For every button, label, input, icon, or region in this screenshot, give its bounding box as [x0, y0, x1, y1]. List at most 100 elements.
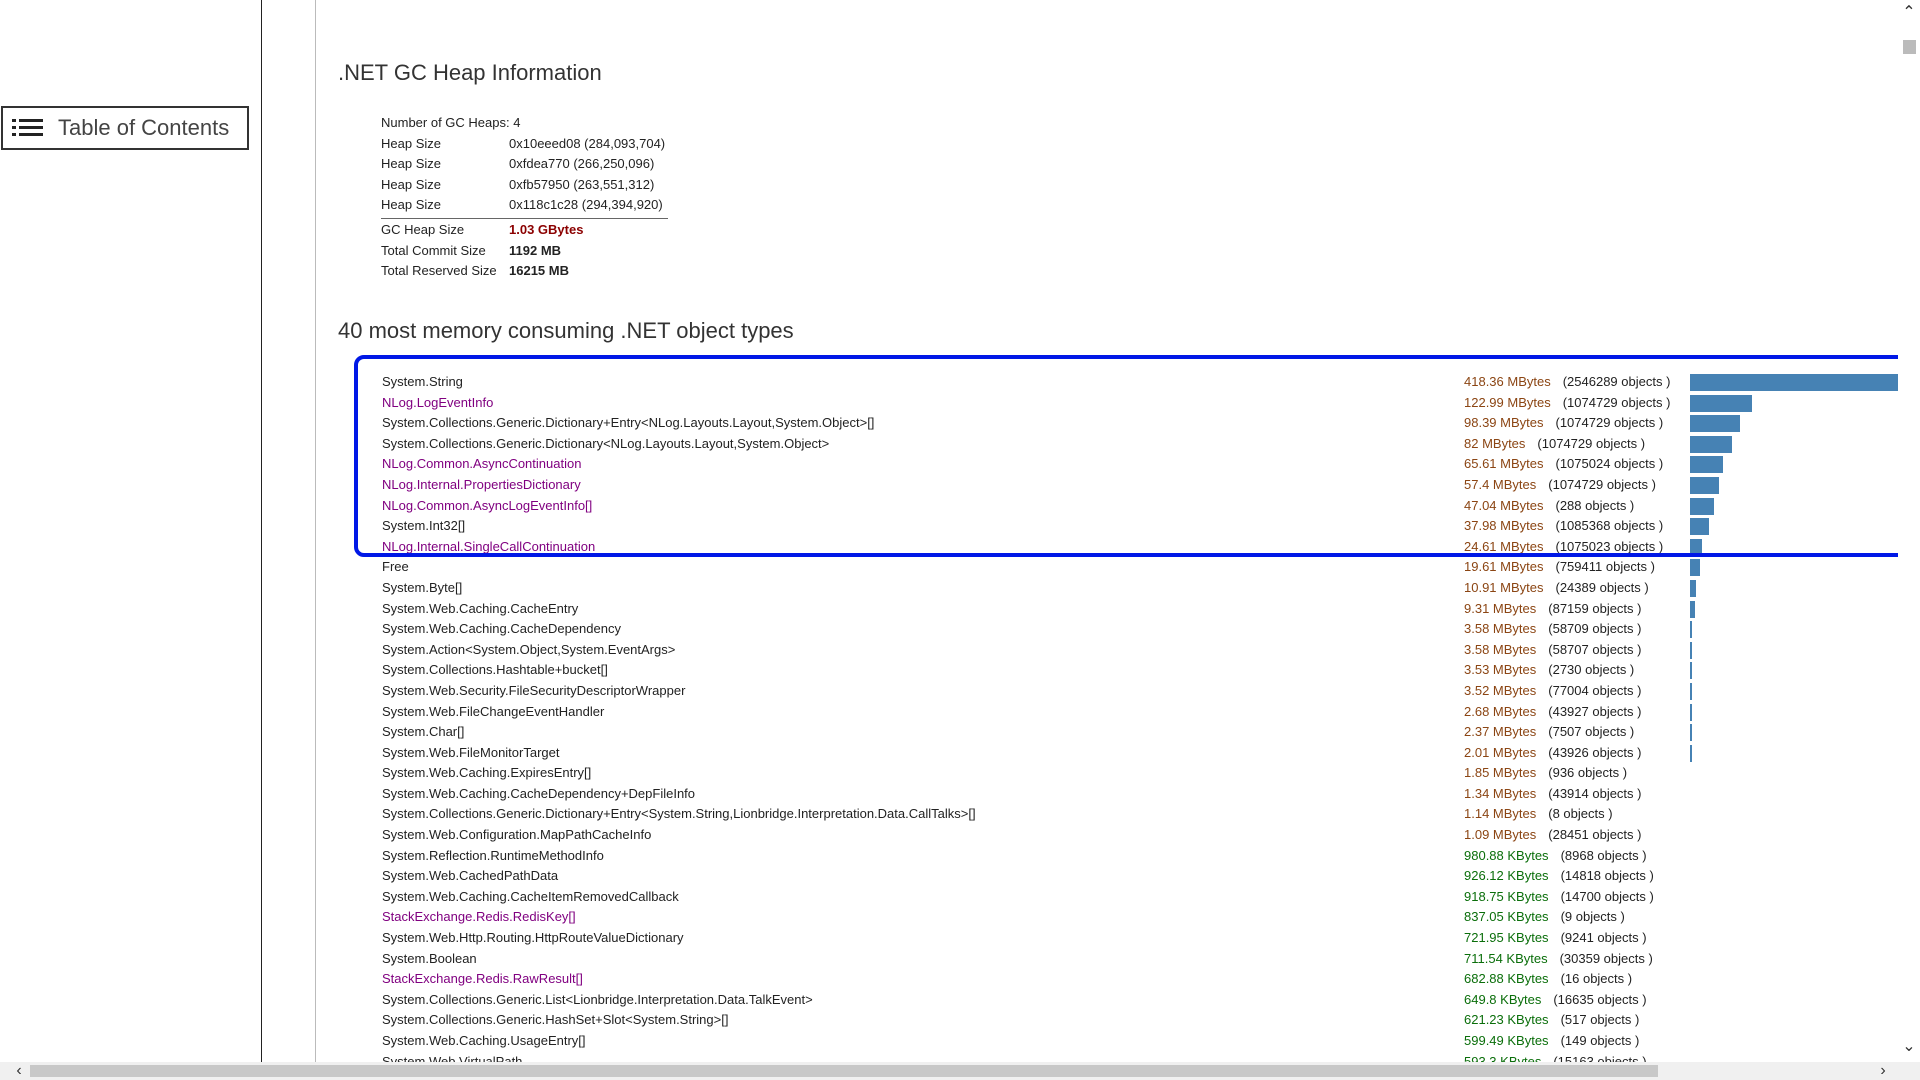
type-size: 418.36 MBytes (2546289 objects ) — [1464, 372, 1670, 393]
type-name[interactable]: NLog.Common.AsyncContinuation — [382, 454, 581, 475]
type-name: System.Collections.Generic.Dictionary<NL… — [382, 435, 830, 451]
table-row: System.Web.Http.Routing.HttpRouteValueDi… — [382, 928, 1898, 949]
type-size-value: 721.95 KBytes — [1464, 930, 1549, 946]
type-size: 57.4 MBytes (1074729 objects ) — [1464, 475, 1656, 496]
type-size: 10.91 MBytes (24389 objects ) — [1464, 578, 1649, 599]
vertical-scrollbar[interactable]: ⌃ ⌄ — [1898, 0, 1920, 1062]
type-name: System.Web.FileChangeEventHandler — [382, 703, 605, 719]
type-size: 837.05 KBytes (9 objects ) — [1464, 907, 1625, 928]
table-row: System.String 418.36 MBytes (2546289 objec… — [382, 372, 1898, 393]
chevron-right-icon[interactable]: › — [1872, 1062, 1894, 1080]
table-row: System.Action<System.Object,System.Event… — [382, 640, 1898, 661]
total-reserved-value: 16215 MB — [509, 263, 569, 279]
report-content: .NET GC Heap Information Number of GC He… — [338, 0, 1898, 1062]
type-name[interactable]: NLog.LogEventInfo — [382, 393, 493, 414]
size-bar — [1690, 559, 1700, 577]
type-name: System.Web.FileMonitorTarget — [382, 744, 560, 760]
heap-separator — [381, 217, 668, 219]
type-name: System.Web.Caching.CacheDependency — [382, 621, 621, 637]
type-size: 82 MBytes (1074729 objects ) — [1464, 434, 1645, 455]
heap-size-list: Heap Size 0x10eeed08 (284,093,704) Heap Si… — [381, 134, 681, 216]
table-row: System.Reflection.RuntimeMethodInfo 980.8… — [382, 846, 1898, 867]
heap-size-row: Heap Size 0xfb57950 (263,551,312) — [381, 175, 681, 196]
size-bar — [1690, 415, 1740, 433]
table-row: System.Collections.Generic.Dictionary+En… — [382, 413, 1898, 434]
type-size: 9.31 MBytes (87159 objects ) — [1464, 599, 1642, 620]
type-size: 19.61 MBytes (759411 objects ) — [1464, 557, 1655, 578]
type-name[interactable]: NLog.Internal.PropertiesDictionary — [382, 475, 581, 496]
type-name: System.Collections.Generic.List<Lionbrid… — [382, 991, 813, 1007]
type-object-count: (43926 objects ) — [1548, 744, 1642, 760]
type-size-value: 37.98 MBytes — [1464, 518, 1544, 534]
heap-size-value: 0x10eeed08 (284,093,704) — [509, 135, 666, 151]
type-size: 24.61 MBytes (1075023 objects ) — [1464, 537, 1663, 558]
type-size-value: 3.58 MBytes — [1464, 641, 1537, 657]
type-name: System.Char[] — [382, 724, 465, 740]
type-name: System.Byte[] — [382, 579, 463, 595]
type-size-value: 980.88 KBytes — [1464, 847, 1549, 863]
type-size-value: 1.14 MBytes — [1464, 806, 1537, 822]
size-bar — [1690, 374, 1898, 391]
type-size-value: 593.3 KBytes — [1464, 1053, 1542, 1062]
type-size: 98.39 MBytes (1074729 objects ) — [1464, 413, 1663, 434]
size-bar — [1690, 394, 1752, 412]
horizontal-scroll-thumb[interactable] — [30, 1065, 1658, 1077]
table-row: System.Web.VirtualPath 593.3 KBytes (15163… — [382, 1052, 1898, 1062]
type-object-count: (7507 objects ) — [1548, 724, 1635, 740]
type-size-value: 621.23 KBytes — [1464, 1012, 1549, 1028]
vertical-scroll-thumb[interactable] — [1903, 40, 1916, 54]
type-size-value: 2.68 MBytes — [1464, 703, 1537, 719]
table-row: System.Byte[] 10.91 MBytes (24389 objects … — [382, 578, 1898, 599]
table-row: System.Web.Caching.CacheItemRemovedCallb… — [382, 887, 1898, 908]
table-row: System.Web.Caching.UsageEntry[] 599.49 KB… — [382, 1031, 1898, 1052]
size-bar — [1690, 435, 1732, 453]
type-object-count: (43927 objects ) — [1548, 703, 1642, 719]
table-row: System.Collections.Generic.List<Lionbrid… — [382, 990, 1898, 1011]
type-object-count: (1085368 objects ) — [1555, 518, 1664, 534]
type-object-count: (43914 objects ) — [1548, 785, 1642, 801]
horizontal-scrollbar[interactable]: ‹ › — [0, 1062, 1920, 1080]
table-row: System.Collections.Hashtable+bucket[] 3.5… — [382, 660, 1898, 681]
type-size: 47.04 MBytes (288 objects ) — [1464, 496, 1634, 517]
type-object-count: (2546289 objects ) — [1562, 374, 1671, 389]
size-bar — [1690, 518, 1709, 536]
type-name[interactable]: StackExchange.Redis.RawResult[] — [382, 969, 583, 990]
table-row: StackExchange.Redis.RawResult[] 682.88 KB… — [382, 969, 1898, 990]
type-object-count: (1074729 objects ) — [1537, 435, 1646, 451]
type-size: 621.23 KBytes (517 objects ) — [1464, 1010, 1639, 1031]
chevron-up-icon[interactable]: ⌃ — [1898, 2, 1920, 24]
type-object-count: (28451 objects ) — [1548, 827, 1642, 843]
type-object-count: (2730 objects ) — [1548, 662, 1635, 678]
chevron-down-icon[interactable]: ⌄ — [1898, 1036, 1920, 1058]
type-size-value: 82 MBytes — [1464, 435, 1526, 451]
type-name: System.Web.Caching.CacheEntry — [382, 600, 579, 616]
table-of-contents-button[interactable]: Table of Contents — [1, 106, 249, 150]
size-bar — [1690, 724, 1692, 742]
heap-size-label: Heap Size — [381, 156, 441, 172]
type-size-value: 9.31 MBytes — [1464, 600, 1537, 616]
type-size: 1.14 MBytes (8 objects ) — [1464, 804, 1613, 825]
type-size: 599.49 KBytes (149 objects ) — [1464, 1031, 1639, 1052]
type-size: 711.54 KBytes (30359 objects ) — [1464, 949, 1653, 970]
type-size-value: 1.09 MBytes — [1464, 827, 1537, 843]
type-name[interactable]: NLog.Common.AsyncLogEventInfo[] — [382, 496, 592, 517]
type-size-value: 649.8 KBytes — [1464, 991, 1542, 1007]
heap-size-label: Heap Size — [381, 176, 441, 192]
type-size: 3.58 MBytes (58709 objects ) — [1464, 619, 1642, 640]
type-object-count: (1075024 objects ) — [1555, 456, 1664, 472]
type-object-count: (8968 objects ) — [1560, 847, 1647, 863]
table-row: System.Web.Configuration.MapPathCacheInf… — [382, 825, 1898, 846]
table-row: System.Web.CachedPathData 926.12 KBytes (1… — [382, 866, 1898, 887]
type-name[interactable]: StackExchange.Redis.RedisKey[] — [382, 907, 576, 928]
heap-size-value: 0xfdea770 (266,250,096) — [509, 156, 655, 172]
table-row: NLog.Internal.SingleCallContinuation 24.6… — [382, 537, 1898, 558]
type-object-count: (9 objects ) — [1560, 909, 1625, 925]
type-name: System.Web.Caching.CacheItemRemovedCallb… — [382, 888, 679, 904]
chevron-left-icon[interactable]: ‹ — [8, 1062, 30, 1080]
type-size-value: 47.04 MBytes — [1464, 497, 1544, 513]
type-object-count: (14700 objects ) — [1560, 888, 1654, 904]
gc-heap-size-row: GC Heap Size 1.03 GBytes — [381, 220, 681, 241]
sidebar: Table of Contents — [0, 0, 262, 1062]
type-size-value: 98.39 MBytes — [1464, 415, 1544, 431]
type-name[interactable]: NLog.Internal.SingleCallContinuation — [382, 537, 595, 558]
